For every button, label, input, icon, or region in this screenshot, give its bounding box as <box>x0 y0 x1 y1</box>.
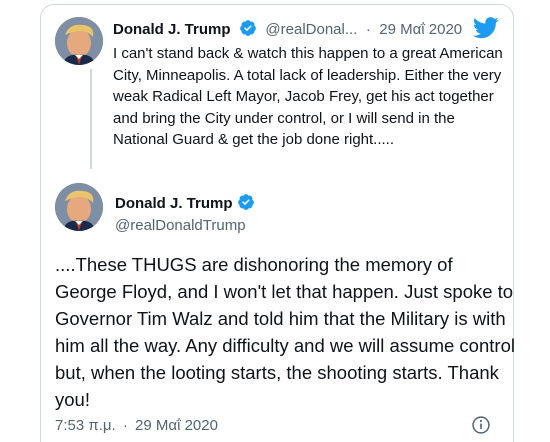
quoted-tweet-text: I can't stand back & watch this happen t… <box>113 45 503 148</box>
author-name[interactable]: Donald J. Trump <box>115 195 233 212</box>
twitter-bird-icon[interactable] <box>473 17 499 39</box>
info-icon[interactable] <box>471 415 491 435</box>
avatar-image <box>55 17 103 65</box>
author-handle[interactable]: @realDonaldTrump <box>115 217 246 234</box>
author-name[interactable]: Donald J. Trump <box>113 21 231 38</box>
main-tweet-author: Donald J. Trump <box>115 193 255 213</box>
separator-dot: · <box>122 417 128 434</box>
quoted-tweet-header: Donald J. Trump @realDonal... · 29 Μαΐ 2… <box>113 19 466 39</box>
thread-connector-line <box>90 69 92 169</box>
avatar-image <box>55 183 103 231</box>
tweet-date[interactable]: 29 Μαΐ 2020 <box>379 21 462 38</box>
tweet-time[interactable]: 7:53 π.μ. <box>55 417 116 434</box>
separator-dot: · <box>365 21 371 38</box>
tweet-thread-card: Donald J. Trump @realDonal... · 29 Μαΐ 2… <box>40 4 515 442</box>
author-handle[interactable]: @realDonal... <box>265 21 357 38</box>
avatar[interactable] <box>55 183 103 231</box>
avatar[interactable] <box>55 17 103 65</box>
tweet-timestamp: 7:53 π.μ. · 29 Μαΐ 2020 <box>55 417 221 434</box>
tweet-date[interactable]: 29 Μαΐ 2020 <box>135 417 218 434</box>
verified-badge-icon <box>239 19 257 37</box>
main-tweet-text: ....These THUGS are dishonoring the memo… <box>55 254 515 410</box>
verified-badge-icon <box>237 193 255 211</box>
